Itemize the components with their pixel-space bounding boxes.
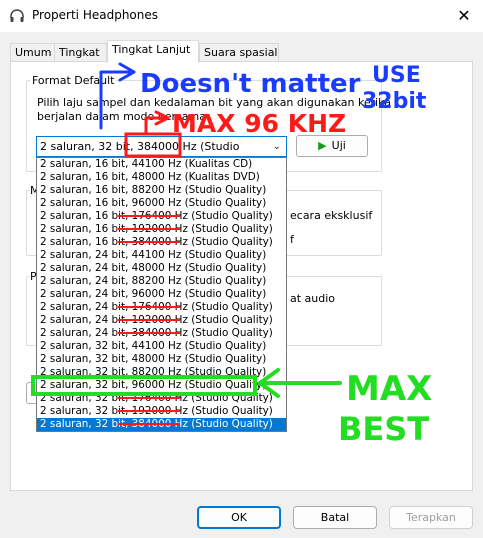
format-option[interactable]: 2 saluran, 24 bit, 384000 Hz (Studio Qua… <box>37 327 286 340</box>
exclusive-mode-text1: ecara eksklusif <box>290 209 373 222</box>
headphones-icon <box>10 9 24 22</box>
chevron-down-icon: ⌄ <box>272 141 281 152</box>
format-description-line1: Pilih laju sampel dan kedalaman bit yang… <box>37 96 392 109</box>
format-option[interactable]: 2 saluran, 16 bit, 48000 Hz (Kualitas DV… <box>37 171 286 184</box>
format-option[interactable]: 2 saluran, 16 bit, 44100 Hz (Kualitas CD… <box>37 158 286 171</box>
play-icon: ▶ <box>318 139 327 152</box>
format-option[interactable]: 2 saluran, 16 bit, 176400 Hz (Studio Qua… <box>37 210 286 223</box>
tab-suara-spasial[interactable]: Suara spasial <box>199 43 279 61</box>
format-option[interactable]: 2 saluran, 24 bit, 96000 Hz (Studio Qual… <box>37 288 286 301</box>
tab-tingkat[interactable]: Tingkat <box>54 43 107 61</box>
window-title: Properti Headphones <box>32 8 159 22</box>
format-option[interactable]: 2 saluran, 32 bit, 96000 Hz (Studio Qual… <box>37 379 286 392</box>
format-option[interactable]: 2 saluran, 24 bit, 44100 Hz (Studio Qual… <box>37 249 286 262</box>
audio-enhancement-text1: at audio <box>290 292 336 305</box>
format-option[interactable]: 2 saluran, 32 bit, 192000 Hz (Studio Qua… <box>37 405 286 418</box>
tab-tingkat-lanjut[interactable]: Tingkat Lanjut <box>107 40 199 63</box>
format-option[interactable]: 2 saluran, 24 bit, 176400 Hz (Studio Qua… <box>37 301 286 314</box>
format-option[interactable]: 2 saluran, 32 bit, 384000 Hz (Studio Qua… <box>37 418 286 431</box>
apply-button[interactable]: Terapkan <box>389 506 473 529</box>
format-option[interactable]: 2 saluran, 32 bit, 88200 Hz (Studio Qual… <box>37 366 286 379</box>
format-option[interactable]: 2 saluran, 16 bit, 384000 Hz (Studio Qua… <box>37 236 286 249</box>
format-description-line2: berjalan dalam mode bersama. <box>37 110 210 123</box>
format-default-label: Format Default <box>30 74 117 87</box>
format-option[interactable]: 2 saluran, 16 bit, 96000 Hz (Studio Qual… <box>37 197 286 210</box>
title-bar: Properti Headphones ✕ <box>0 0 483 32</box>
format-option[interactable]: 2 saluran, 16 bit, 192000 Hz (Studio Qua… <box>37 223 286 236</box>
format-select[interactable]: 2 saluran, 32 bit, 384000 Hz (Studio Qua… <box>36 136 287 172</box>
tab-umum[interactable]: Umum <box>10 43 55 61</box>
exclusive-mode-text2: f <box>290 233 294 246</box>
format-option[interactable]: 2 saluran, 24 bit, 48000 Hz (Studio Qual… <box>37 262 286 275</box>
format-dropdown-list[interactable]: 2 saluran, 16 bit, 44100 Hz (Kualitas CD… <box>36 157 287 432</box>
ok-button[interactable]: OK <box>197 506 281 529</box>
format-option[interactable]: 2 saluran, 32 bit, 44100 Hz (Studio Qual… <box>37 340 286 353</box>
format-option[interactable]: 2 saluran, 24 bit, 88200 Hz (Studio Qual… <box>37 275 286 288</box>
format-option[interactable]: 2 saluran, 32 bit, 176400 Hz (Studio Qua… <box>37 392 286 405</box>
format-option[interactable]: 2 saluran, 32 bit, 48000 Hz (Studio Qual… <box>37 353 286 366</box>
close-icon[interactable]: ✕ <box>450 4 478 28</box>
test-button-label: Uji <box>331 139 346 152</box>
test-button[interactable]: ▶ Uji <box>296 135 368 157</box>
format-option[interactable]: 2 saluran, 24 bit, 192000 Hz (Studio Qua… <box>37 314 286 327</box>
cancel-button[interactable]: Batal <box>293 506 377 529</box>
format-option[interactable]: 2 saluran, 16 bit, 88200 Hz (Studio Qual… <box>37 184 286 197</box>
